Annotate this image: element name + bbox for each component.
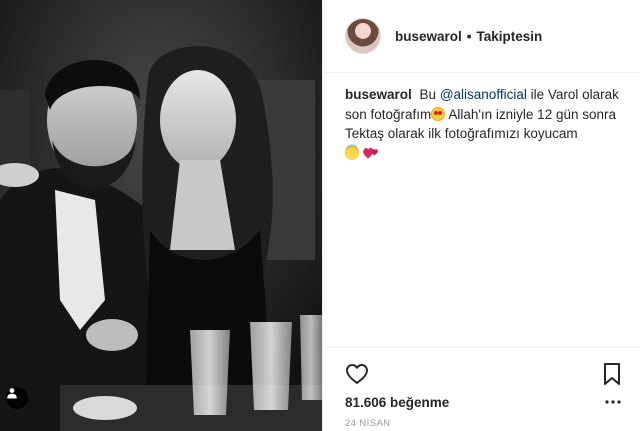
caption-text-before: Bu [419,87,437,102]
heart-eyes-emoji-icon [431,106,446,121]
heart-outline-icon[interactable] [345,362,369,386]
post-date[interactable]: 24 NİSAN [345,418,390,429]
two-hearts-emoji-icon [362,147,378,158]
post-actions-bar [323,347,640,387]
header-separator: • [466,28,472,44]
header-text: busewarol • Takiptesin [395,29,542,44]
bookmark-icon[interactable] [601,362,623,386]
more-dots-icon[interactable] [604,397,622,407]
halo-emoji-icon [345,145,359,160]
tag-badge[interactable] [6,387,28,409]
post-photo[interactable] [0,0,322,431]
post-header: busewarol • Takiptesin [323,0,640,73]
profile-avatar[interactable] [345,18,381,54]
post-details-pane: busewarol • Takiptesin busewarol Bu @ali… [322,0,640,431]
likes-count[interactable]: 81.606 beğenme [345,395,449,410]
post-caption: busewarol Bu @alisanofficial ile Varol o… [345,85,630,163]
couple-photo-illustration [0,0,322,431]
caption-mention-link[interactable]: @alisanofficial [440,87,527,102]
header-username[interactable]: busewarol [395,29,462,44]
person-tag-icon [7,388,17,399]
caption-username[interactable]: busewarol [345,87,412,102]
follow-status-button[interactable]: Takiptesin [477,29,543,44]
